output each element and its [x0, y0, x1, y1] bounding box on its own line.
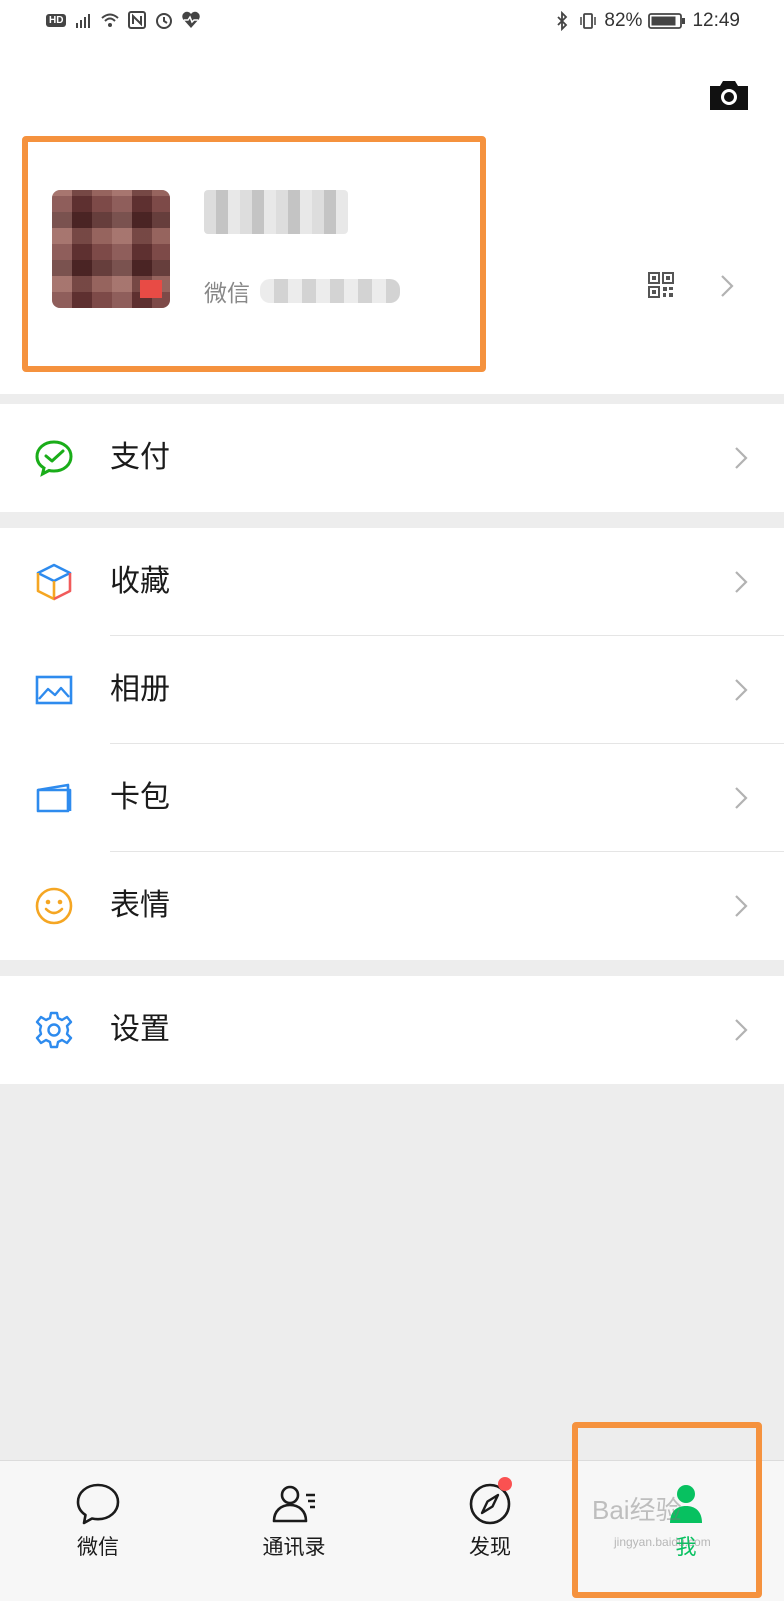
clock: 12:49: [692, 10, 740, 31]
group-settings: 设置: [0, 976, 784, 1084]
tab-label-discover: 发现: [469, 1535, 511, 1559]
favorites-cube-icon: [36, 563, 72, 601]
menu-label-album: 相册: [110, 672, 170, 707]
group-pay: 支付: [0, 404, 784, 512]
menu-label-settings: 设置: [110, 1012, 170, 1047]
tab-discover[interactable]: 发现: [392, 1461, 588, 1601]
card-wallet-icon: [36, 783, 72, 813]
battery-icon: [648, 13, 686, 29]
chevron-right-icon: [735, 895, 748, 917]
notification-dot: [498, 1477, 512, 1491]
chevron-right-icon: [735, 1019, 748, 1041]
menu-label-stickers: 表情: [110, 888, 170, 923]
chevron-right-icon: [735, 447, 748, 469]
battery-percent: 82%: [604, 10, 643, 31]
menu-item-stickers[interactable]: 表情: [0, 852, 784, 960]
menu-item-favorites[interactable]: 收藏: [0, 528, 784, 636]
hd-icon: HD: [46, 13, 67, 27]
status-right: 82% 12:49: [552, 10, 740, 32]
bluetooth-icon: [557, 11, 568, 31]
contacts-icon: [272, 1485, 315, 1523]
highlight-profile: [22, 136, 486, 372]
camera-icon[interactable]: [708, 78, 750, 112]
chat-bubble-icon: [76, 1483, 120, 1525]
menu-item-cards[interactable]: 卡包: [0, 744, 784, 852]
menu-item-settings[interactable]: 设置: [0, 976, 784, 1084]
menu-item-album[interactable]: 相册: [0, 636, 784, 744]
chevron-right-icon: [735, 787, 748, 809]
signal-icon: [76, 14, 91, 28]
alarm-icon: [156, 13, 173, 29]
chevron-right-icon: [735, 679, 748, 701]
wechat-pay-icon: [35, 440, 73, 477]
tab-contacts[interactable]: 通讯录: [196, 1461, 392, 1601]
menu-label-cards: 卡包: [110, 780, 170, 815]
chevron-right-icon: [735, 571, 748, 593]
vibrate-icon: [580, 13, 597, 29]
menu-label-favorites: 收藏: [110, 564, 170, 599]
highlight-me-tab: [572, 1422, 762, 1598]
smiley-face-icon: [35, 887, 73, 925]
status-bar: HD 82% 12:49: [0, 0, 784, 50]
gear-icon: [35, 1011, 73, 1049]
wifi-icon: [101, 13, 120, 27]
nfc-icon: [128, 11, 147, 29]
status-left-icons: HD: [46, 10, 201, 30]
menu-item-pay[interactable]: 支付: [0, 404, 784, 512]
menu-label-pay: 支付: [110, 440, 170, 475]
tab-label-chats: 微信: [77, 1535, 119, 1559]
group-features: 收藏 相册 卡包 表情: [0, 528, 784, 960]
tab-chats[interactable]: 微信: [0, 1461, 196, 1601]
chevron-right-icon: [721, 275, 734, 297]
album-picture-icon: [35, 675, 73, 705]
qr-code-icon[interactable]: [648, 272, 674, 298]
heart-rate-icon: [182, 11, 201, 29]
tab-label-contacts: 通讯录: [262, 1535, 326, 1559]
